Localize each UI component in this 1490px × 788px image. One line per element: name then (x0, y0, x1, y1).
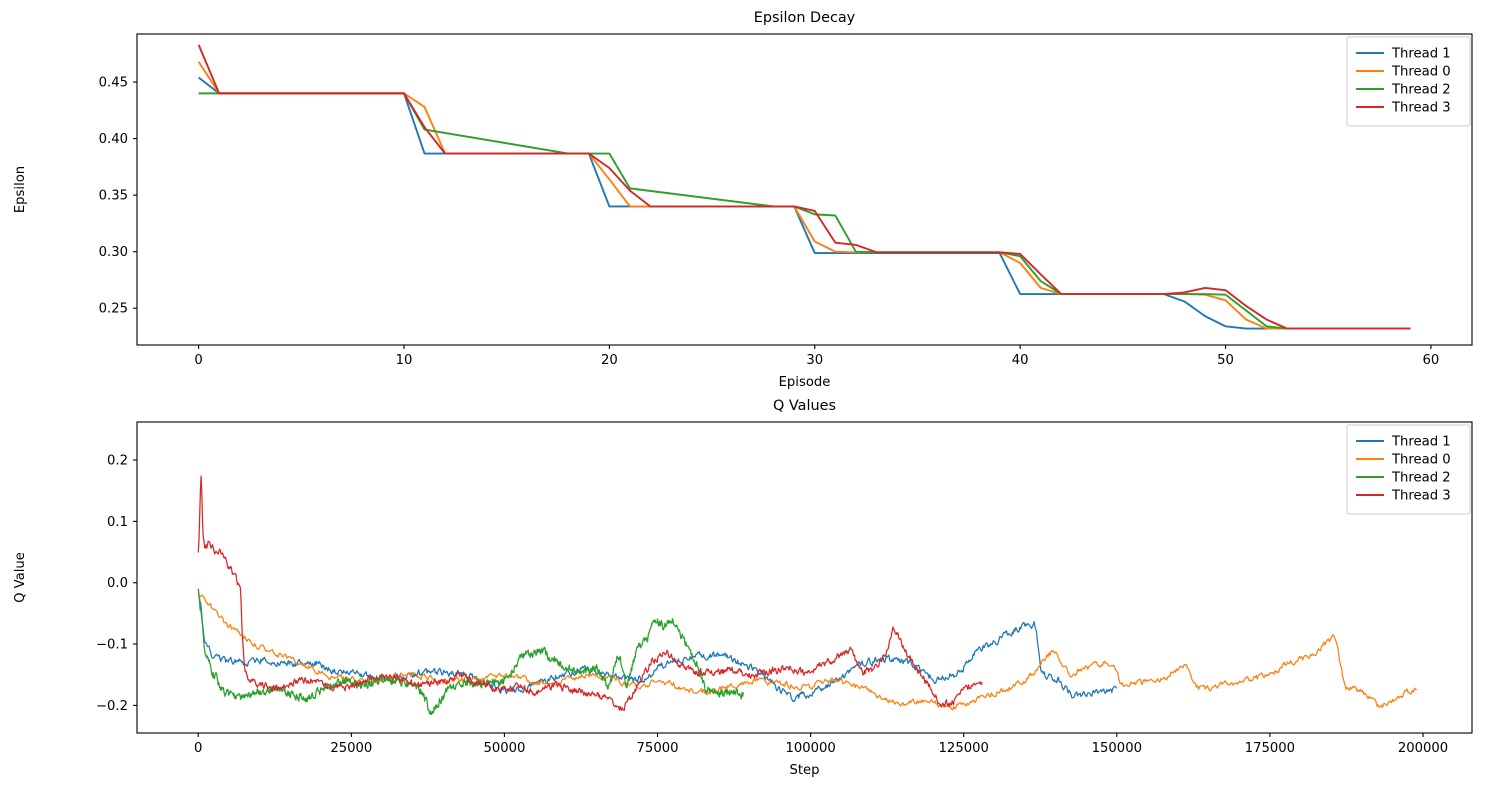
legend-label-thread-1: Thread 1 (1391, 47, 1451, 62)
y-tick-label: 0.2 (107, 454, 128, 469)
x-tick-label: 60 (1423, 353, 1440, 368)
series-line-thread-1 (198, 76, 1411, 330)
y-tick-label: 0.30 (99, 245, 128, 260)
x-tick-label: 200000 (1398, 741, 1448, 756)
x-axis-label: Episode (779, 375, 831, 390)
y-tick-label: 0.45 (99, 76, 128, 91)
subplot-epsilon-decay: Epsilon Decay 0 10 20 30 40 50 60 0.25 0.30 0.35 0.… (0, 0, 1490, 394)
legend-label-thread-3: Thread 3 (1391, 101, 1451, 116)
x-tick-label: 150000 (1092, 741, 1142, 756)
x-axis-label: Step (789, 763, 819, 778)
axis-frame (136, 33, 1473, 346)
legend-label-thread-2: Thread 2 (1391, 83, 1451, 98)
legend-label-thread-1: Thread 1 (1391, 435, 1451, 450)
y-tick-label: 0.40 (99, 132, 128, 147)
series-line-thread-0 (197, 594, 1417, 711)
q-values-chart: Q Values 0 25000 50000 75000 100000 125000 1500… (13, 398, 1473, 778)
legend-label-thread-0: Thread 0 (1391, 453, 1451, 468)
chart-title: Q Values (773, 398, 836, 414)
y-tick-label: 0.35 (99, 189, 128, 204)
y-tick-label: 0.1 (107, 515, 128, 530)
matplotlib-figure: Epsilon Decay 0 10 20 30 40 50 60 0.25 0.30 0.35 0.… (0, 0, 1490, 788)
x-tick-label: 40 (1012, 353, 1029, 368)
x-tick-label: 0 (194, 353, 202, 368)
x-tick-label: 20 (601, 353, 618, 368)
x-tick-label: 100000 (785, 741, 835, 756)
series-line-thread-0 (197, 61, 1411, 330)
y-tick-label: −0.2 (96, 699, 128, 714)
x-tick-label: 10 (396, 353, 413, 368)
subplot-q-values: Q Values 0 25000 50000 75000 100000 125000 1500… (0, 394, 1490, 788)
legend-label-thread-3: Thread 3 (1391, 489, 1451, 504)
x-tick-label: 50 (1217, 353, 1234, 368)
y-tick-label: −0.1 (96, 638, 128, 653)
x-tick-label: 125000 (939, 741, 989, 756)
x-tick-label: 50000 (483, 741, 525, 756)
y-axis-label: Q Value (13, 552, 28, 603)
x-tick-label: 75000 (637, 741, 679, 756)
y-tick-label: 0.25 (99, 302, 128, 317)
x-tick-label: 175000 (1245, 741, 1295, 756)
y-axis-label: Epsilon (13, 166, 28, 213)
legend-label-thread-0: Thread 0 (1391, 65, 1451, 80)
chart-title: Epsilon Decay (754, 10, 856, 26)
epsilon-decay-chart: Epsilon Decay 0 10 20 30 40 50 60 0.25 0.30 0.35 0.… (13, 10, 1473, 390)
x-tick-label: 25000 (330, 741, 372, 756)
legend-label-thread-2: Thread 2 (1391, 471, 1451, 486)
x-tick-label: 0 (194, 741, 202, 756)
series-line-thread-3 (197, 44, 1411, 330)
y-tick-label: 0.0 (107, 576, 128, 591)
x-tick-label: 30 (806, 353, 823, 368)
